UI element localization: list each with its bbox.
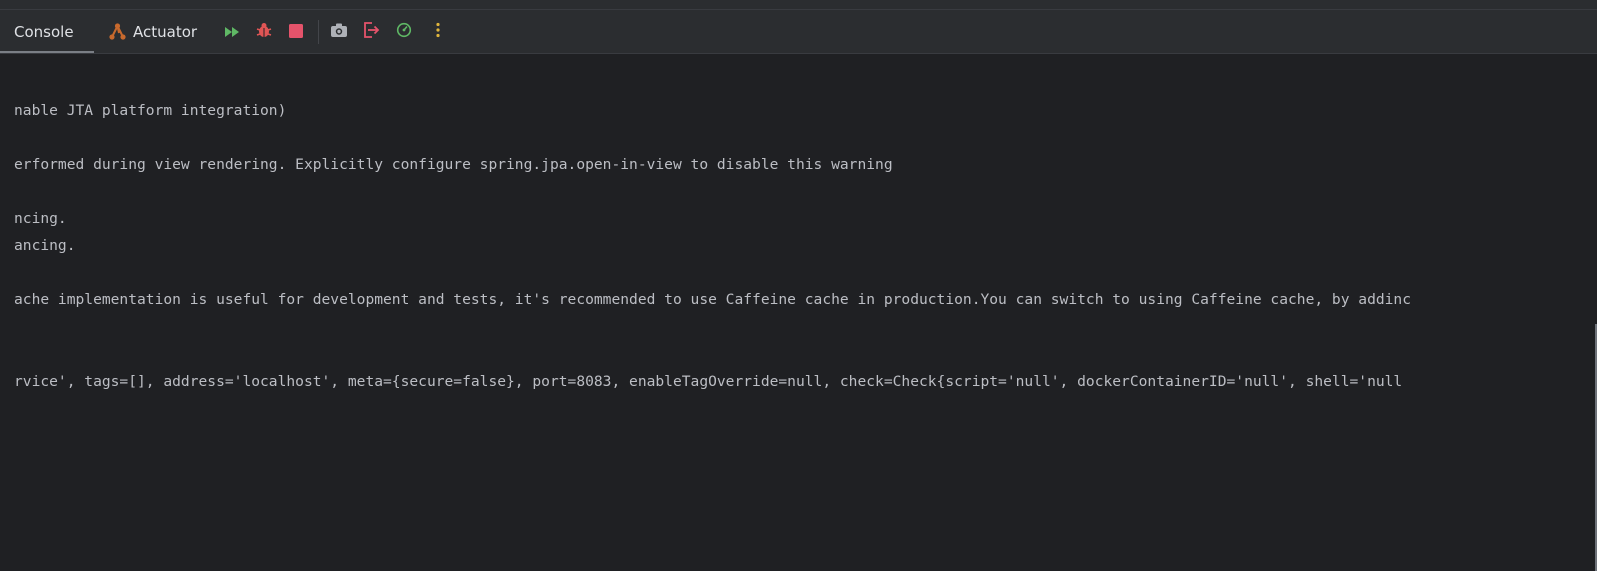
tool-window-toolbar: Console Actuator <box>0 10 1597 54</box>
debug-button[interactable] <box>253 21 275 43</box>
tab-console[interactable]: Console <box>0 10 94 53</box>
more-options-button[interactable] <box>427 21 449 43</box>
toolbar-separator <box>318 20 319 44</box>
debug-icon <box>255 21 273 43</box>
top-window-strip <box>0 0 1597 10</box>
tab-actuator[interactable]: Actuator <box>108 10 197 53</box>
tab-actuator-label: Actuator <box>133 22 198 41</box>
exit-icon <box>362 21 380 43</box>
tab-console-label: Console <box>14 22 74 41</box>
console-output[interactable]: nable JTA platform integration) erformed… <box>0 54 1597 571</box>
console-line: ache implementation is useful for develo… <box>14 291 1412 308</box>
rerun-icon <box>224 23 240 42</box>
camera-icon <box>330 22 348 42</box>
screenshot-button[interactable] <box>328 21 350 43</box>
console-line: nable JTA platform integration) <box>14 102 287 119</box>
console-line: rvice', tags=[], address='localhost', me… <box>14 373 1403 390</box>
stop-button[interactable] <box>285 21 307 43</box>
rerun-button[interactable] <box>221 21 243 43</box>
more-options-icon <box>435 22 441 42</box>
active-tab-indicator <box>0 51 94 53</box>
console-line: ncing. <box>14 210 67 227</box>
actuator-icon <box>108 22 127 41</box>
console-line: ancing. <box>14 237 76 254</box>
console-line: erformed during view rendering. Explicit… <box>14 156 893 173</box>
profiler-icon <box>396 22 412 42</box>
profiler-button[interactable] <box>393 21 415 43</box>
exit-button[interactable] <box>360 21 382 43</box>
stop-icon <box>289 23 303 42</box>
